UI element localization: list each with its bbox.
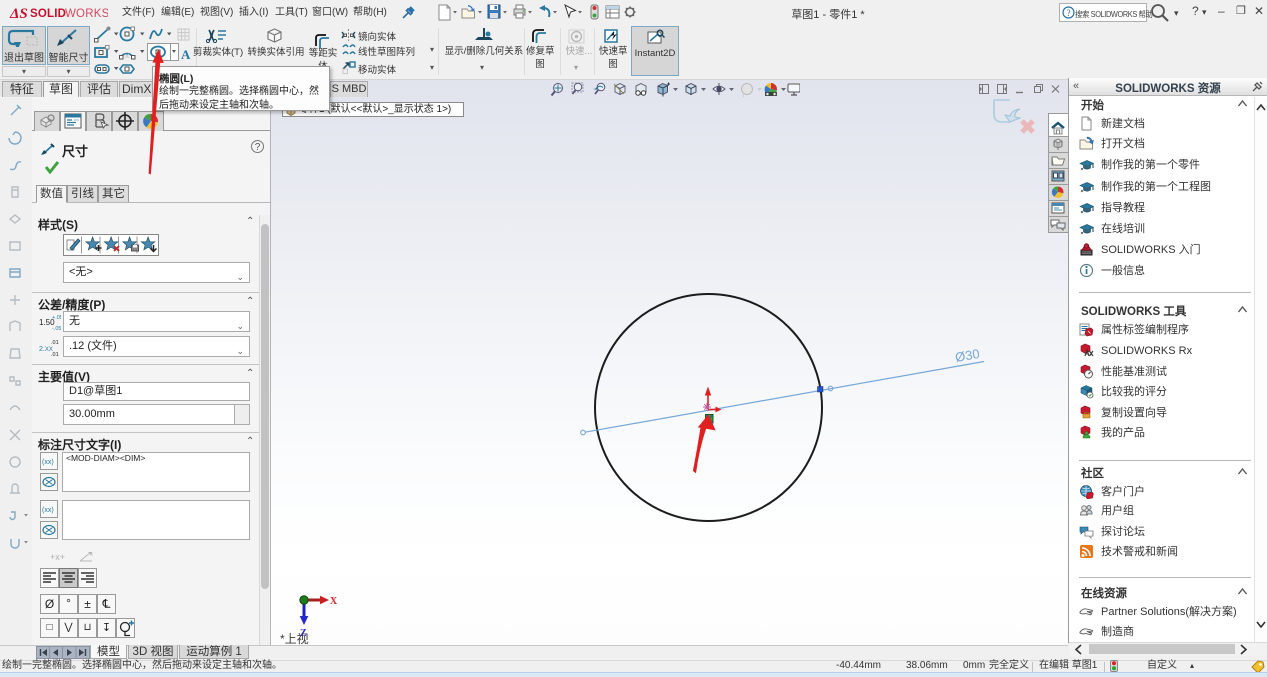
svg-text:x: x [90,552,93,558]
svg-text:.01: .01 [51,352,59,357]
svg-text:ΔS: ΔS [9,6,28,22]
svg-text:X: X [330,596,338,607]
svg-text:-.05: -.05 [52,326,61,332]
svg-text:?: ? [1067,8,1071,18]
svg-text:.01: .01 [51,340,59,346]
svg-text:SOLID: SOLID [30,8,66,20]
svg-text:(xx): (xx) [42,507,54,514]
svg-text:Ø30: Ø30 [954,346,981,365]
svg-text:+.05: +.05 [52,315,61,321]
svg-text:A: A [181,47,191,62]
svg-text:(xx): (xx) [42,459,54,466]
svg-text:*上视: *上视 [280,631,309,645]
svg-text:WORKS: WORKS [65,8,108,20]
svg-text:+x+: +x+ [50,552,65,562]
